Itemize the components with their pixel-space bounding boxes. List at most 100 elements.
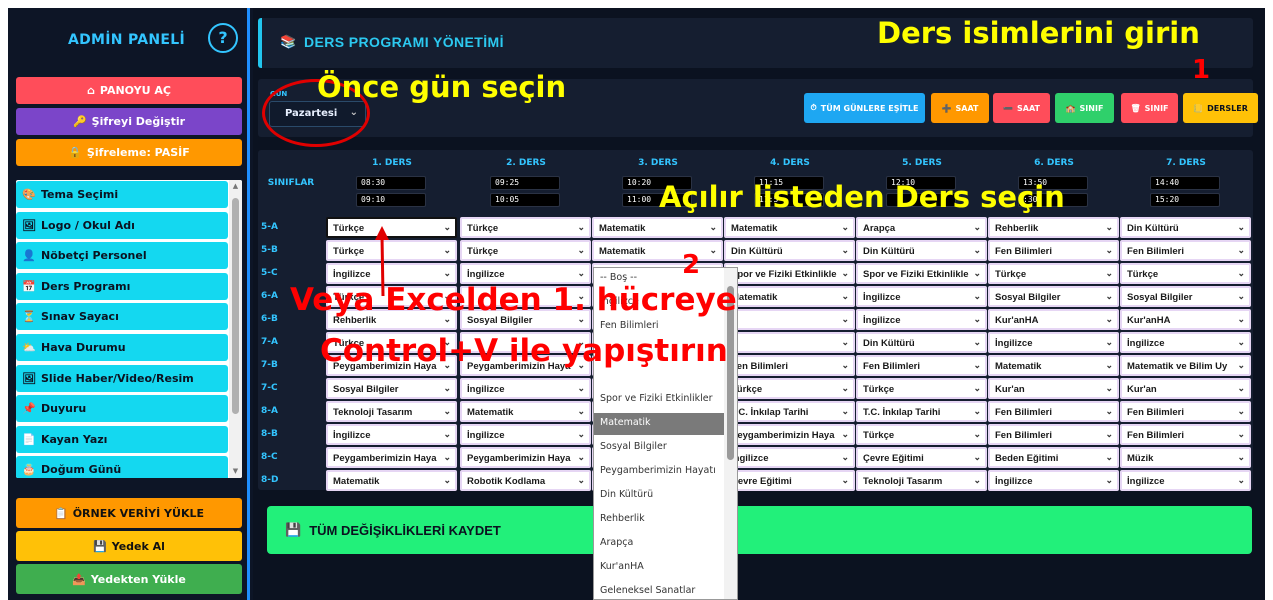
- dropdown-option[interactable]: Arapça: [594, 533, 724, 555]
- open-board-button[interactable]: ⌂ PANOYU AÇ: [16, 77, 242, 104]
- help-button[interactable]: ?: [208, 23, 238, 53]
- dropdown-option[interactable]: Peygamberimizin Hayatı: [594, 461, 724, 483]
- subject-select[interactable]: Sosyal Bilgiler ⌄: [326, 378, 457, 399]
- subject-select[interactable]: Fen Bilimleri ⌄: [988, 240, 1119, 261]
- end-time-input[interactable]: 10:05: [490, 193, 560, 207]
- add-class-button[interactable]: 🏫 SINIF: [1055, 93, 1114, 123]
- subject-select[interactable]: Türkçe ⌄: [724, 378, 855, 399]
- subject-select[interactable]: Arapça ⌄: [856, 217, 987, 238]
- subject-select[interactable]: Çevre Eğitimi ⌄: [724, 470, 855, 491]
- equalize-all-days-button[interactable]: ⏱ TÜM GÜNLERE EŞİTLE: [804, 93, 925, 123]
- subject-select[interactable]: Türkçe ⌄: [460, 240, 591, 261]
- subject-select[interactable]: Sosyal Bilgiler ⌄: [1120, 286, 1251, 307]
- subject-select[interactable]: İngilizce ⌄: [724, 447, 855, 468]
- sidebar-item-dogum-gunu[interactable]: 🎂 Doğum Günü: [16, 456, 228, 478]
- subject-select[interactable]: Müzik ⌄: [1120, 447, 1251, 468]
- subject-select[interactable]: Spor ve Fiziki Etkinlikle ⌄: [724, 263, 855, 284]
- start-time-input[interactable]: 09:25: [490, 176, 560, 190]
- dropdown-option[interactable]: Kur'anHA: [594, 557, 724, 579]
- scroll-up-icon[interactable]: ▲: [231, 182, 240, 190]
- subject-select[interactable]: Matematik ve Bilim Uy ⌄: [1120, 355, 1251, 376]
- dropdown-option[interactable]: Geleneksel Sanatlar: [594, 581, 724, 599]
- subject-select[interactable]: Fen Bilimleri ⌄: [988, 401, 1119, 422]
- subject-select[interactable]: Matematik ⌄: [326, 470, 457, 491]
- subject-select[interactable]: İngilizce ⌄: [1120, 332, 1251, 353]
- start-time-input[interactable]: 08:30: [356, 176, 426, 190]
- subject-select[interactable]: ⌄: [724, 332, 855, 353]
- remove-class-button[interactable]: 🗑 SINIF: [1121, 93, 1178, 123]
- sidebar-item-hava[interactable]: ⛅ Hava Durumu: [16, 334, 228, 361]
- end-time-input[interactable]: 15:20: [1150, 193, 1220, 207]
- sidebar-item-tema[interactable]: 🎨 Tema Seçimi: [16, 181, 228, 208]
- subject-select[interactable]: T.C. İnkılap Tarihi ⌄: [724, 401, 855, 422]
- subject-select[interactable]: İngilizce ⌄: [460, 424, 591, 445]
- subject-select[interactable]: İngilizce ⌄: [856, 309, 987, 330]
- subject-select[interactable]: Spor ve Fiziki Etkinlikle ⌄: [856, 263, 987, 284]
- subjects-button[interactable]: 📒 DERSLER: [1183, 93, 1258, 123]
- subject-select[interactable]: Peygamberimizin Haya ⌄: [326, 447, 457, 468]
- subject-select[interactable]: Teknoloji Tasarım ⌄: [326, 401, 457, 422]
- subject-select[interactable]: İngilizce ⌄: [988, 470, 1119, 491]
- subject-select[interactable]: Türkçe ⌄: [856, 424, 987, 445]
- restore-button[interactable]: 📤 Yedekten Yükle: [16, 564, 242, 594]
- subject-select[interactable]: Kur'an ⌄: [1120, 378, 1251, 399]
- add-hour-button[interactable]: ➕ SAAT: [931, 93, 989, 123]
- subject-select[interactable]: Türkçe ⌄: [460, 217, 591, 238]
- subject-select[interactable]: Matematik ⌄: [724, 217, 855, 238]
- subject-select[interactable]: Fen Bilimleri ⌄: [1120, 401, 1251, 422]
- subject-select[interactable]: Fen Bilimleri ⌄: [988, 424, 1119, 445]
- subject-select[interactable]: Beden Eğitimi ⌄: [988, 447, 1119, 468]
- subject-select[interactable]: Matematik ⌄: [592, 217, 723, 238]
- subject-select[interactable]: Peygamberimizin Haya ⌄: [724, 424, 855, 445]
- sidebar-item-duyuru[interactable]: 📌 Duyuru: [16, 395, 228, 422]
- sidebar-item-sinav[interactable]: ⏳ Sınav Sayacı: [16, 303, 228, 330]
- sidebar-item-slide[interactable]: 🖼 Slide Haber/Video/Resim: [16, 365, 228, 392]
- end-time-input[interactable]: 09:10: [356, 193, 426, 207]
- subject-select[interactable]: İngilizce ⌄: [988, 332, 1119, 353]
- subject-select[interactable]: İngilizce ⌄: [326, 424, 457, 445]
- subject-select[interactable]: Peygamberimizin Haya ⌄: [460, 447, 591, 468]
- scrollbar-thumb[interactable]: [232, 198, 239, 414]
- subject-select[interactable]: Din Kültürü ⌄: [1120, 217, 1251, 238]
- subject-select[interactable]: Çevre Eğitimi ⌄: [856, 447, 987, 468]
- subject-select[interactable]: Kur'anHA ⌄: [1120, 309, 1251, 330]
- load-sample-button[interactable]: 📋 ÖRNEK VERİYİ YÜKLE: [16, 498, 242, 528]
- subject-select[interactable]: Matematik ⌄: [592, 240, 723, 261]
- dropdown-option[interactable]: Din Kültürü: [594, 485, 724, 507]
- backup-button[interactable]: 💾 Yedek Al: [16, 531, 242, 561]
- subject-select[interactable]: Matematik ⌄: [988, 355, 1119, 376]
- subject-select[interactable]: İngilizce ⌄: [1120, 470, 1251, 491]
- subject-select[interactable]: Türkçe ⌄: [988, 263, 1119, 284]
- subject-select[interactable]: Fen Bilimleri ⌄: [856, 355, 987, 376]
- subject-select[interactable]: T.C. İnkılap Tarihi ⌄: [856, 401, 987, 422]
- scroll-down-icon[interactable]: ▼: [231, 467, 240, 475]
- subject-select[interactable]: Din Kültürü ⌄: [856, 240, 987, 261]
- dropdown-option[interactable]: Spor ve Fiziki Etkinlikler: [594, 389, 724, 411]
- sidebar-item-nobetci[interactable]: 👤 Nöbetçi Personel: [16, 242, 228, 269]
- subject-select[interactable]: İngilizce ⌄: [460, 378, 591, 399]
- subject-select[interactable]: Kur'anHA ⌄: [988, 309, 1119, 330]
- subject-select[interactable]: Fen Bilimleri ⌄: [1120, 424, 1251, 445]
- subject-select[interactable]: Kur'an ⌄: [988, 378, 1119, 399]
- sidebar-item-ders-programi[interactable]: 📅 Ders Programı: [16, 273, 228, 300]
- dropdown-option[interactable]: Sosyal Bilgiler: [594, 437, 724, 459]
- subject-select[interactable]: Din Kültürü ⌄: [856, 332, 987, 353]
- subject-select[interactable]: ⌄: [724, 309, 855, 330]
- dropdown-option[interactable]: Rehberlik: [594, 509, 724, 531]
- sidebar-scrollbar[interactable]: ▲ ▼: [229, 180, 242, 478]
- subject-select[interactable]: Fen Bilimleri ⌄: [1120, 240, 1251, 261]
- dropdown-option[interactable]: Matematik: [594, 412, 724, 435]
- change-password-button[interactable]: 🔑 Şifreyi Değiştir: [16, 108, 242, 135]
- start-time-input[interactable]: 14:40: [1150, 176, 1220, 190]
- subject-select[interactable]: Türkçe ⌄: [856, 378, 987, 399]
- subject-select[interactable]: Türkçe ⌄: [1120, 263, 1251, 284]
- subject-select[interactable]: Fen Bilimleri ⌄: [724, 355, 855, 376]
- subject-select[interactable]: Robotik Kodlama ⌄: [460, 470, 591, 491]
- subject-select[interactable]: Din Kültürü ⌄: [724, 240, 855, 261]
- sidebar-item-logo[interactable]: 🖼 Logo / Okul Adı: [16, 212, 228, 239]
- sidebar-item-kayan-yazi[interactable]: 📄 Kayan Yazı: [16, 426, 228, 453]
- subject-select[interactable]: Matematik ⌄: [724, 286, 855, 307]
- save-all-button[interactable]: 💾 TÜM DEĞİŞİKLİKLERİ KAYDET: [267, 506, 1252, 554]
- subject-select[interactable]: İngilizce ⌄: [856, 286, 987, 307]
- subject-select[interactable]: Sosyal Bilgiler ⌄: [988, 286, 1119, 307]
